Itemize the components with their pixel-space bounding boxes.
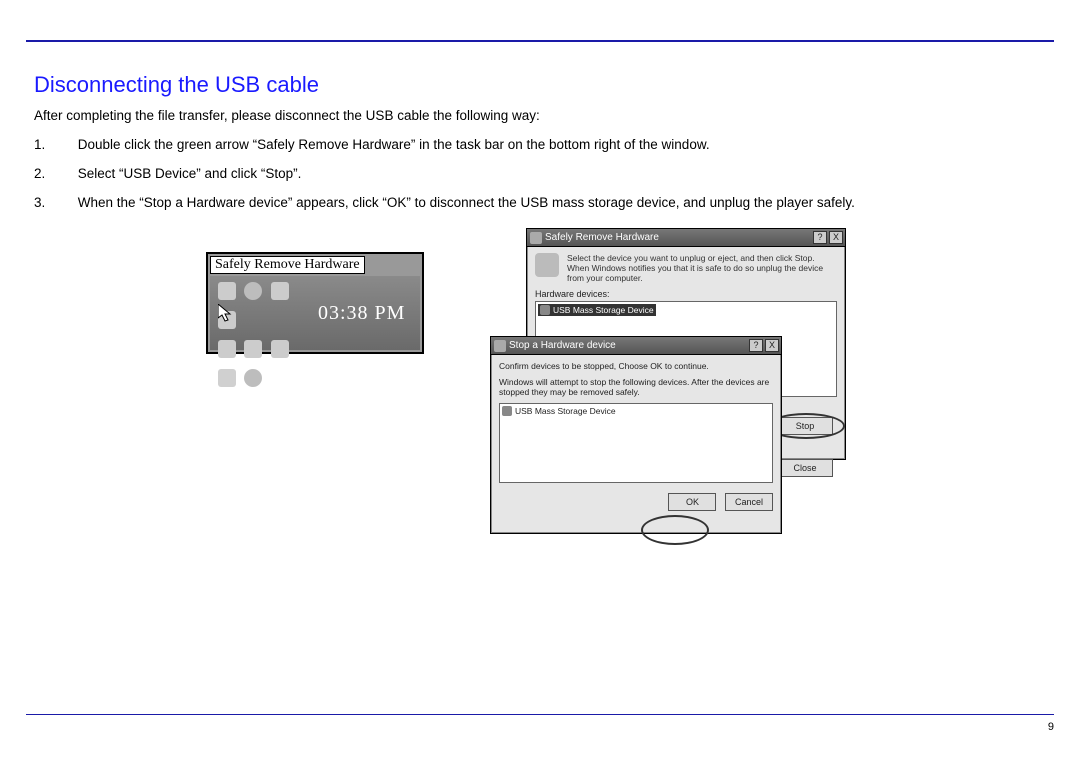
hardware-icon	[535, 253, 559, 277]
dialog-title: Safely Remove Hardware	[545, 232, 659, 243]
system-tray: 03:38 PM	[210, 276, 420, 350]
step-number: 3.	[34, 195, 74, 210]
tray-icon	[244, 282, 262, 300]
tray-icon	[218, 282, 236, 300]
step-text: Double click the green arrow “Safely Rem…	[78, 137, 1018, 152]
shield-icon	[218, 369, 236, 387]
dialog-line-2: Windows will attempt to stop the followi…	[499, 377, 773, 397]
list-item-selected[interactable]: USB Mass Storage Device	[538, 304, 656, 316]
help-button[interactable]: ?	[813, 231, 827, 244]
stop-button[interactable]: Stop	[777, 417, 833, 435]
section-heading: Disconnecting the USB cable	[34, 72, 1054, 98]
tray-icon	[271, 340, 289, 358]
top-horizontal-rule	[26, 40, 1054, 42]
figure-area: Safely Remove Hardware 03:38 PM	[26, 238, 1054, 558]
hardware-icon	[530, 232, 542, 244]
bottom-horizontal-rule	[26, 714, 1054, 715]
step-number: 2.	[34, 166, 74, 181]
usb-icon	[502, 406, 512, 416]
step-text: Select “USB Device” and click “Stop”.	[78, 166, 1018, 181]
cancel-button[interactable]: Cancel	[725, 493, 773, 511]
list-item[interactable]: USB Mass Storage Device	[502, 406, 616, 416]
step-1: 1. Double click the green arrow “Safely …	[34, 137, 1054, 152]
close-button[interactable]: X	[829, 231, 843, 244]
device-listbox[interactable]: USB Mass Storage Device	[499, 403, 773, 483]
list-item-label: USB Mass Storage Device	[515, 406, 616, 416]
step-text: When the “Stop a Hardware device” appear…	[78, 195, 1018, 210]
help-button[interactable]: ?	[749, 339, 763, 352]
taskbar-tooltip: Safely Remove Hardware	[210, 256, 365, 274]
close-button[interactable]: X	[765, 339, 779, 352]
intro-paragraph: After completing the file transfer, plea…	[34, 108, 1054, 123]
taskbar-clock: 03:38 PM	[318, 302, 405, 325]
step-3: 3. When the “Stop a Hardware device” app…	[34, 195, 1054, 210]
list-label: Hardware devices:	[535, 289, 837, 299]
tray-icon	[244, 369, 262, 387]
step-number: 1.	[34, 137, 74, 152]
dialog-line-1: Confirm devices to be stopped, Choose OK…	[499, 361, 773, 371]
hardware-icon	[494, 340, 506, 352]
step-2: 2. Select “USB Device” and click “Stop”.	[34, 166, 1054, 181]
list-item-label: USB Mass Storage Device	[553, 305, 654, 315]
tray-icon	[218, 340, 236, 358]
dialog-titlebar: Stop a Hardware device ? X	[491, 337, 781, 355]
tray-icon	[244, 340, 262, 358]
usb-icon	[540, 305, 550, 315]
tray-icon	[271, 282, 289, 300]
instruction-list: 1. Double click the green arrow “Safely …	[34, 137, 1054, 210]
dialog-titlebar: Safely Remove Hardware ? X	[527, 229, 845, 247]
ok-button[interactable]: OK	[668, 493, 716, 511]
stop-hardware-device-dialog: Stop a Hardware device ? X Confirm devic…	[490, 336, 782, 534]
taskbar-screenshot: Safely Remove Hardware 03:38 PM	[206, 252, 424, 354]
dialog-title: Stop a Hardware device	[509, 340, 616, 351]
dialog-description: Select the device you want to unplug or …	[567, 253, 837, 283]
close-dialog-button[interactable]: Close	[777, 459, 833, 477]
page-number: 9	[1048, 721, 1054, 733]
